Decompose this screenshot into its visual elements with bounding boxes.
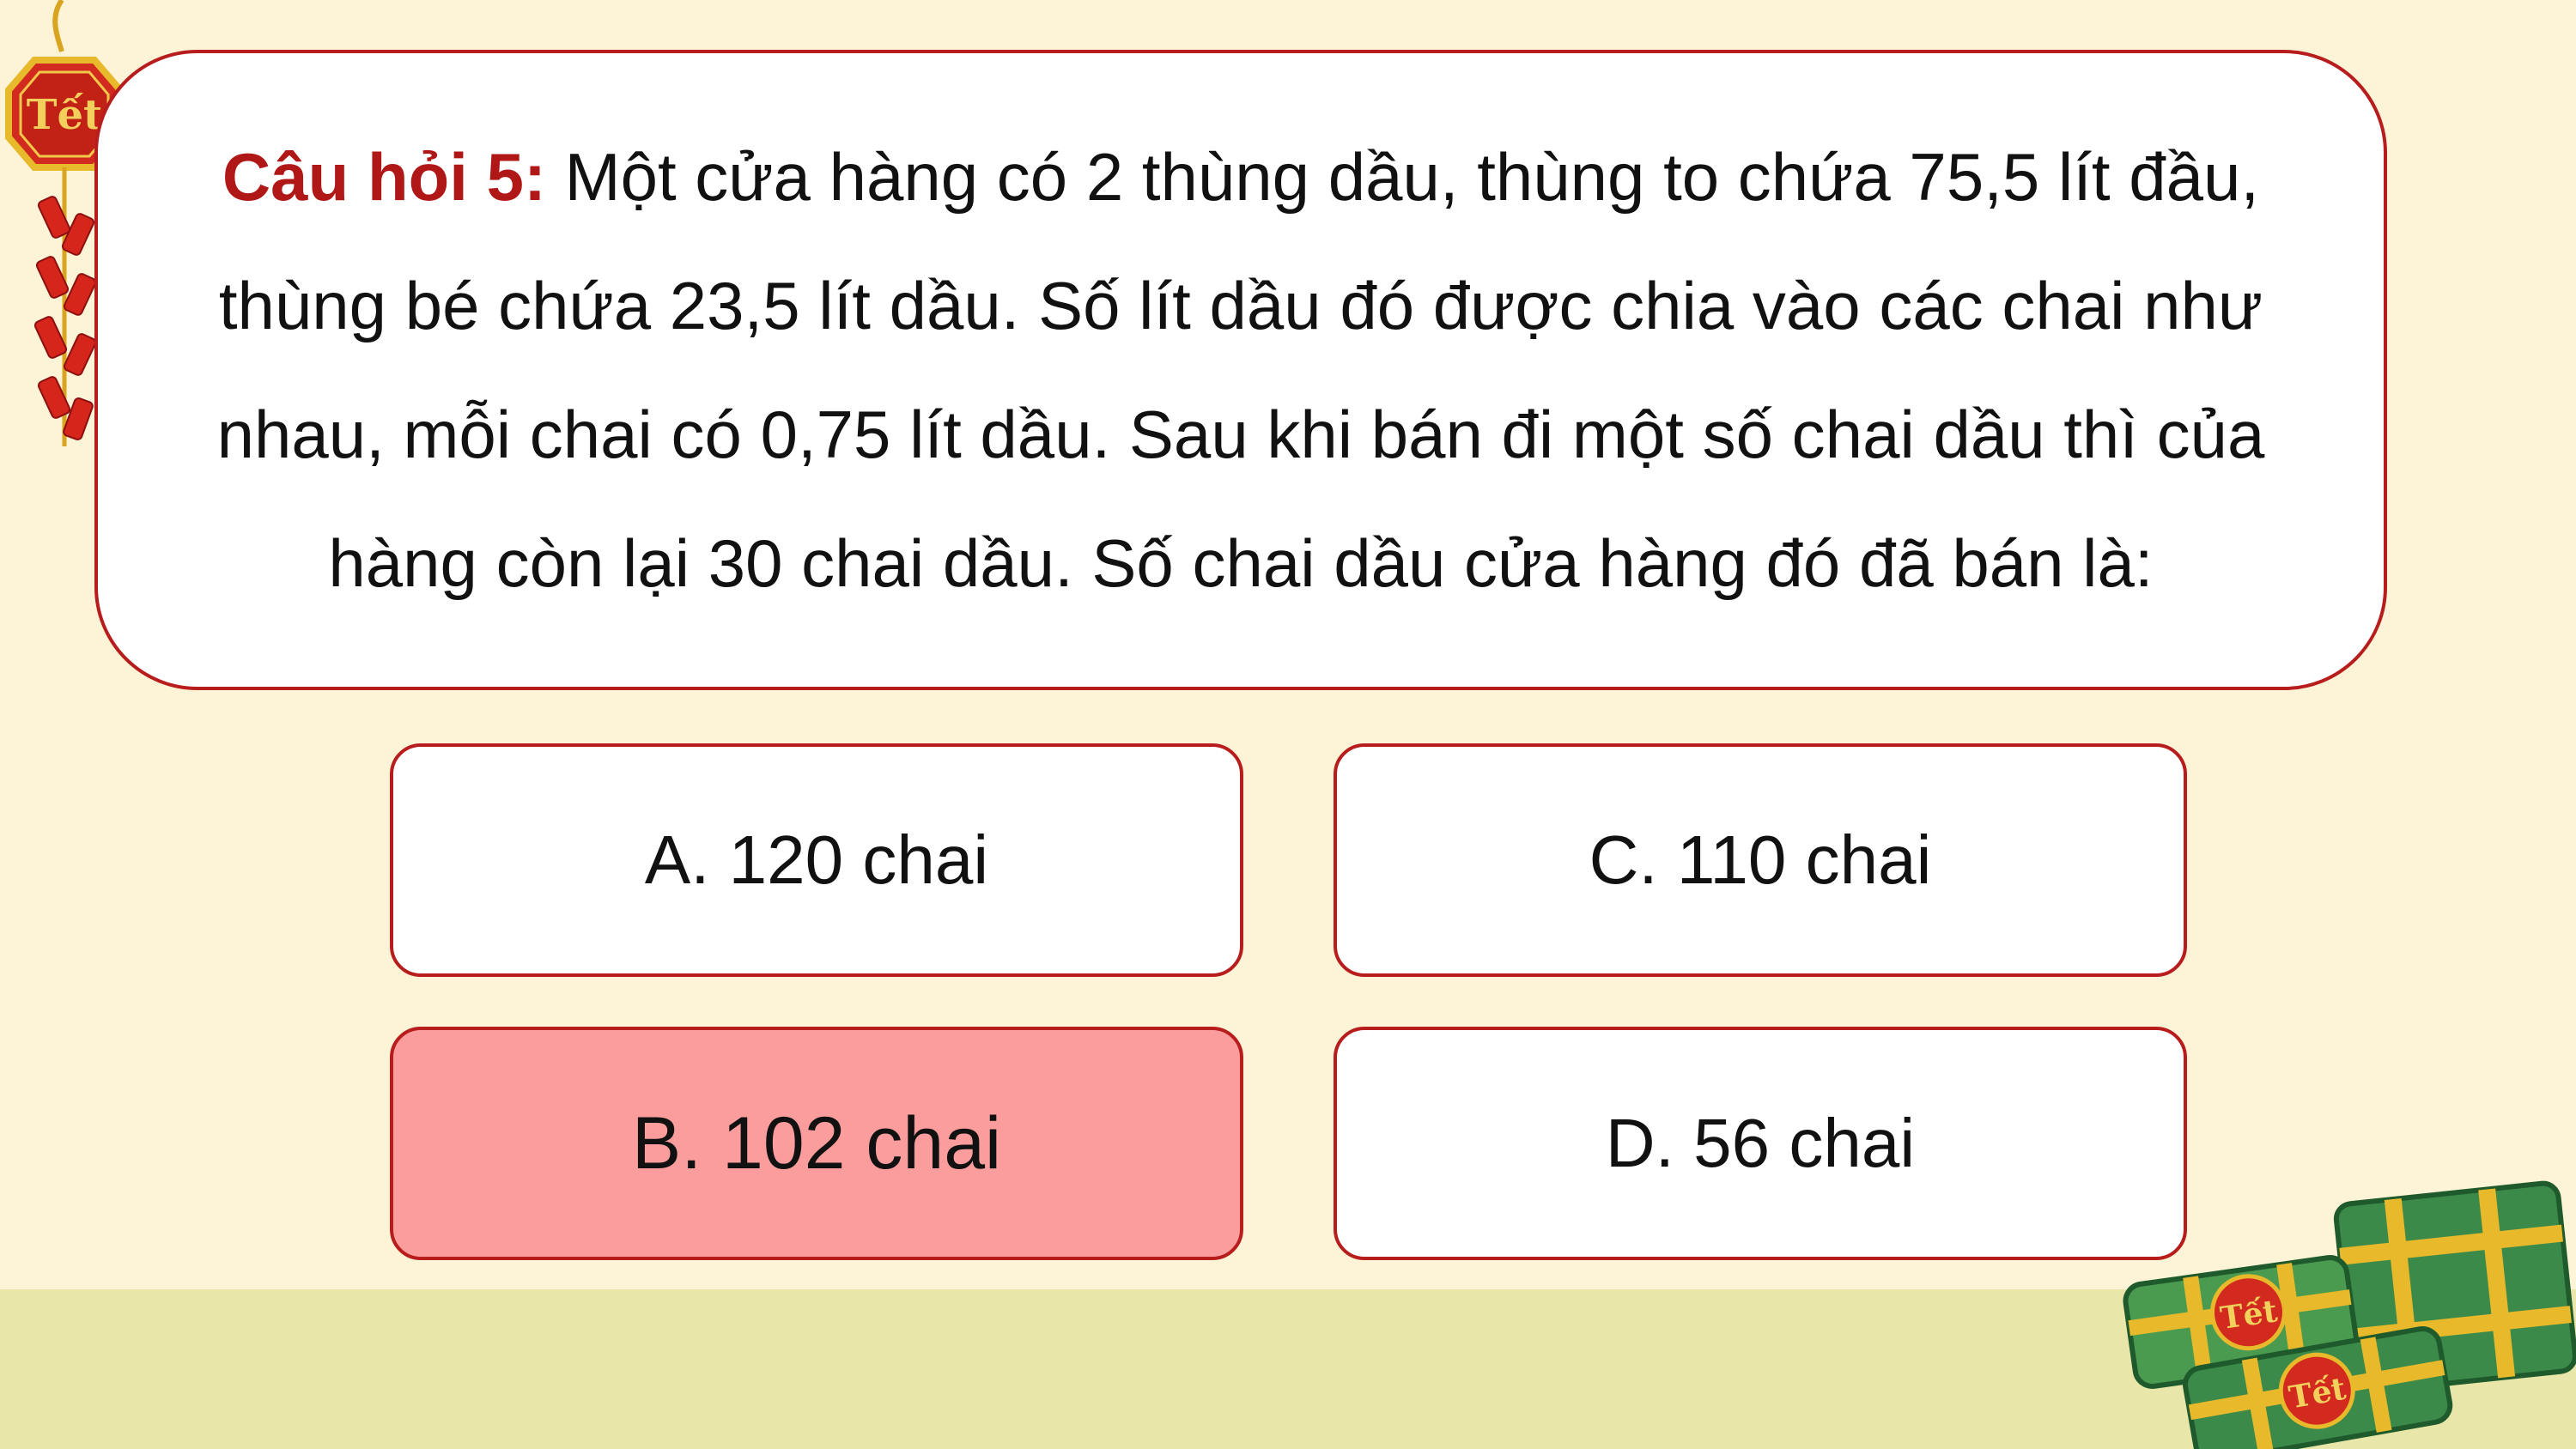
answer-option-a[interactable]: A. 120 chai [390, 743, 1243, 977]
answer-option-c[interactable]: C. 110 chai [1334, 743, 2187, 977]
answer-option-d[interactable]: D. 56 chai [1334, 1027, 2187, 1260]
question-text: Câu hỏi 5: Một cửa hàng có 2 thùng dầu, … [153, 112, 2329, 627]
answer-option-b[interactable]: B. 102 chai [390, 1027, 1243, 1260]
banh-chung-decoration: Tết Tết [2123, 1180, 2576, 1449]
tet-tag-text: Tết [27, 91, 102, 139]
question-label: Câu hỏi 5: [222, 139, 546, 215]
question-card: Câu hỏi 5: Một cửa hàng có 2 thùng dầu, … [94, 50, 2387, 690]
